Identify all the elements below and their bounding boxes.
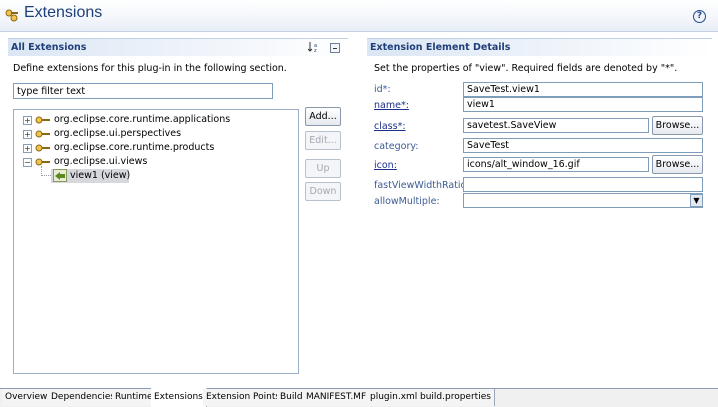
section-description: Set the properties of "view". Required f… <box>374 63 678 74</box>
id-label: id*: <box>374 84 391 95</box>
fastviewwidthratio-field[interactable] <box>463 177 703 192</box>
tree-guide-line <box>41 175 51 176</box>
tree-item-views[interactable]: − org.eclipse.ui.views <box>14 155 298 169</box>
tree-item-label: org.eclipse.core.runtime.products <box>54 142 215 153</box>
sort-alphabetically-icon[interactable]: a z <box>308 41 320 53</box>
extension-point-icon <box>35 158 50 166</box>
tree-item-products[interactable]: + org.eclipse.core.runtime.products <box>14 141 298 155</box>
tree-item-label: org.eclipse.core.runtime.applications <box>54 114 231 125</box>
tree-item-label: org.eclipse.ui.views <box>54 156 148 167</box>
edit-button[interactable]: Edit... <box>305 131 341 150</box>
extensions-tree[interactable]: + org.eclipse.core.runtime.applications … <box>13 109 299 374</box>
extension-point-icon <box>35 116 50 124</box>
extension-element-details-header: Extension Element Details <box>367 38 712 56</box>
svg-text:z: z <box>314 48 317 53</box>
tree-item-view1[interactable]: view1 (view) <box>51 169 131 183</box>
filter-input[interactable] <box>13 83 273 99</box>
icon-browse-button[interactable]: Browse... <box>652 155 703 174</box>
add-button[interactable]: Add... <box>305 107 341 126</box>
icon-field[interactable]: icons/alt_window_16.gif <box>463 157 649 172</box>
arrow-icon <box>55 172 65 180</box>
page-title: Extensions <box>24 4 103 21</box>
icon-label[interactable]: icon: <box>374 160 397 171</box>
allowmultiple-label: allowMultiple: <box>374 196 440 207</box>
expand-toggle-icon[interactable]: + <box>23 144 32 153</box>
tree-item-label: org.eclipse.ui.perspectives <box>54 128 182 139</box>
editor-header: Extensions ? <box>0 0 718 32</box>
class-field[interactable]: savetest.SaveView <box>463 118 649 133</box>
category-field[interactable]: SaveTest <box>463 138 703 153</box>
tab-extension-points[interactable]: Extension Points <box>203 389 285 406</box>
all-extensions-header: All Extensions <box>8 38 348 56</box>
class-label[interactable]: class*: <box>374 121 406 132</box>
section-description: Define extensions for this plug-in in th… <box>13 63 287 74</box>
tab-overview[interactable]: Overview <box>2 389 52 406</box>
editor-tab-bar: Overview Dependencies Runtime Extensions… <box>0 388 718 407</box>
class-browse-button[interactable]: Browse... <box>652 116 703 135</box>
tab-manifest[interactable]: MANIFEST.MF <box>303 389 371 406</box>
allowmultiple-select[interactable] <box>463 193 703 208</box>
expand-toggle-icon[interactable]: + <box>23 130 32 139</box>
expand-toggle-icon[interactable]: + <box>23 116 32 125</box>
collapse-all-icon[interactable] <box>330 43 340 53</box>
extension-point-icon <box>35 130 50 138</box>
fastviewwidthratio-label: fastViewWidthRatio: <box>374 180 470 191</box>
tab-extensions[interactable]: Extensions <box>151 388 207 407</box>
tab-build-properties[interactable]: build.properties <box>417 389 495 406</box>
down-button[interactable]: Down <box>305 182 341 201</box>
name-field[interactable]: view1 <box>463 97 703 112</box>
id-field[interactable]: SaveTest.view1 <box>463 82 703 97</box>
extension-point-icon <box>35 144 50 152</box>
tab-runtime[interactable]: Runtime <box>112 389 157 406</box>
extensions-icon <box>5 9 18 22</box>
up-button[interactable]: Up <box>305 159 341 178</box>
tree-item-label: view1 (view) <box>70 170 131 181</box>
name-label[interactable]: name*: <box>374 100 409 111</box>
chevron-down-icon[interactable]: ▼ <box>690 194 703 207</box>
tab-dependencies[interactable]: Dependencies <box>48 389 120 406</box>
collapse-toggle-icon[interactable]: − <box>23 158 32 167</box>
tab-plugin-xml[interactable]: plugin.xml <box>367 389 422 406</box>
tree-item-applications[interactable]: + org.eclipse.core.runtime.applications <box>14 113 298 127</box>
tree-item-perspectives[interactable]: + org.eclipse.ui.perspectives <box>14 127 298 141</box>
help-icon[interactable]: ? <box>693 10 706 23</box>
category-label: category: <box>374 141 419 152</box>
